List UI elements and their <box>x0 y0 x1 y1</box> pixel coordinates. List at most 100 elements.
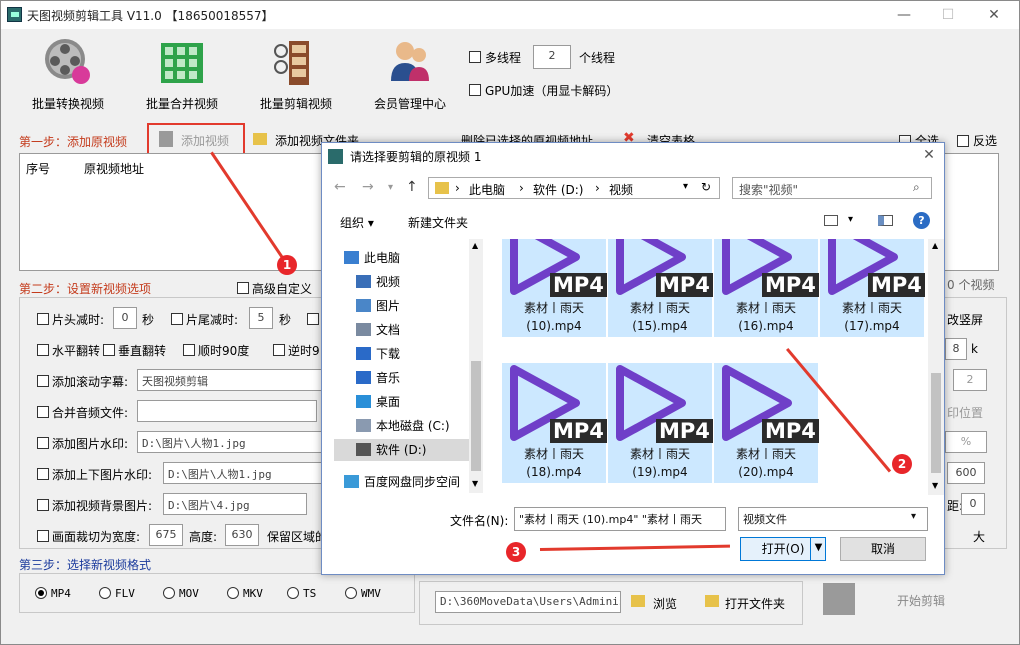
view-icon[interactable] <box>824 215 838 226</box>
updown-watermark-checkbox[interactable] <box>37 468 49 480</box>
view-dropdown-icon[interactable]: ▾ <box>848 214 853 225</box>
file-scroll-up-icon[interactable]: ▲ <box>932 241 938 250</box>
filename-input[interactable]: "素材丨雨天 (10).mp4" "素材丨雨天 <box>514 507 726 531</box>
address-dropdown-icon[interactable]: ▾ <box>683 181 688 192</box>
tree-item[interactable]: 软件 (D:) <box>334 439 474 461</box>
format-radio-mp4[interactable] <box>35 587 47 599</box>
open-folder-button[interactable]: 打开文件夹 <box>725 595 785 612</box>
tree-item[interactable]: 音乐 <box>334 367 474 389</box>
crop-height-input[interactable]: 630 <box>225 524 259 546</box>
refresh-icon[interactable]: ↻ <box>701 180 711 194</box>
tree-item[interactable]: 下载 <box>334 343 474 365</box>
file-scroll-down-icon[interactable]: ▼ <box>932 481 938 490</box>
scroll-sub-checkbox[interactable] <box>37 375 49 387</box>
thread-count-input[interactable]: 2 <box>533 45 571 69</box>
hflip-checkbox[interactable] <box>37 344 49 356</box>
file-tile[interactable]: MP4 素材丨雨天 (20).mp4 <box>714 363 819 483</box>
thread-unit-label: 个线程 <box>579 51 616 65</box>
batch-convert-button[interactable]: 批量转换视频 <box>13 35 123 115</box>
tree-scrollbar[interactable]: ▲ ▼ <box>469 239 483 493</box>
bg-image-checkbox[interactable] <box>37 499 49 511</box>
maximize-button[interactable]: ☐ <box>933 5 963 25</box>
help-icon[interactable]: ? <box>913 212 930 229</box>
head-cut-checkbox[interactable] <box>37 313 49 325</box>
search-input[interactable]: 搜索"视频" ⌕ <box>732 177 932 199</box>
format-radio-mkv[interactable] <box>227 587 239 599</box>
back-arrow-icon[interactable]: ← <box>334 179 346 195</box>
crumb-videos[interactable]: 视频 <box>609 181 633 198</box>
organize-menu[interactable]: 组织 ▾ <box>340 214 374 231</box>
tree-item[interactable]: 百度网盘同步空间 <box>334 471 474 493</box>
new-folder-button[interactable]: 新建文件夹 <box>408 214 468 231</box>
extra-checkbox[interactable] <box>307 313 319 325</box>
img-watermark-input[interactable]: D:\图片\人物1.jpg <box>137 431 323 453</box>
vflip-checkbox[interactable] <box>103 344 115 356</box>
right-select-2[interactable]: % <box>945 431 987 453</box>
scroll-sub-input[interactable]: 天图视频剪辑 <box>137 369 323 391</box>
member-center-button[interactable]: 会员管理中心 <box>355 35 465 115</box>
format-radio-mov[interactable] <box>163 587 175 599</box>
file-tile[interactable]: MP4 素材丨雨天 (17).mp4 <box>820 239 925 337</box>
format-radio-flv[interactable] <box>99 587 111 599</box>
bg-image-input[interactable]: D:\图片\4.jpg <box>163 493 307 515</box>
tail-cut-checkbox[interactable] <box>171 313 183 325</box>
updown-watermark-input[interactable]: D:\图片\人物1.jpg <box>163 462 323 484</box>
minimize-button[interactable]: — <box>889 5 919 25</box>
cancel-button[interactable]: 取消 <box>840 537 926 561</box>
file-tile[interactable]: MP4 素材丨雨天 (18).mp4 <box>502 363 607 483</box>
tail-cut-input[interactable]: 5 <box>249 307 273 329</box>
forward-arrow-icon[interactable]: → <box>362 179 374 195</box>
rot-ccw-checkbox[interactable] <box>273 344 285 356</box>
history-chevron-icon[interactable]: ▾ <box>388 182 393 193</box>
dialog-close-button[interactable]: ✕ <box>914 145 944 165</box>
tree-scroll-down-icon[interactable]: ▼ <box>472 479 478 488</box>
start-button[interactable]: 开始剪辑 <box>897 592 945 609</box>
format-radio-ts[interactable] <box>287 587 299 599</box>
address-bar[interactable]: › 此电脑 › 软件 (D:) › 视频 ▾ ↻ <box>428 177 720 199</box>
tree-item[interactable]: 文档 <box>334 319 474 341</box>
multithread-checkbox[interactable] <box>469 51 481 63</box>
crop-width-input[interactable]: 675 <box>149 524 183 546</box>
file-tile[interactable]: MP4 素材丨雨天 (16).mp4 <box>714 239 819 337</box>
batch-merge-button[interactable]: 批量合并视频 <box>127 35 237 115</box>
close-button[interactable]: ✕ <box>979 5 1009 25</box>
merge-audio-input[interactable] <box>137 400 317 422</box>
preview-pane-icon[interactable] <box>878 215 893 226</box>
tree-item[interactable]: 本地磁盘 (C:) <box>334 415 474 437</box>
crumb-this-pc[interactable]: 此电脑 <box>469 181 505 198</box>
up-arrow-icon[interactable]: ↑ <box>406 179 418 195</box>
file-scrollbar[interactable]: ▲ ▼ <box>928 239 944 495</box>
file-scroll-thumb[interactable] <box>931 373 941 473</box>
tree-item[interactable]: 视频 <box>334 271 474 293</box>
browse-button[interactable]: 浏览 <box>653 595 677 612</box>
right-input-0[interactable]: 0 <box>961 493 985 515</box>
tree-scroll-thumb[interactable] <box>471 361 481 471</box>
right-input-600[interactable]: 600 <box>947 462 985 484</box>
head-cut-input[interactable]: 0 <box>113 307 137 329</box>
advanced-checkbox[interactable] <box>237 282 249 294</box>
img-watermark-checkbox[interactable] <box>37 437 49 449</box>
format-radio-wmv[interactable] <box>345 587 357 599</box>
crop-checkbox[interactable] <box>37 530 49 542</box>
output-path-input[interactable]: D:\360MoveData\Users\Administr <box>435 591 621 613</box>
filetype-select[interactable]: 视频文件 ▾ <box>738 507 928 531</box>
batch-edit-button[interactable]: 批量剪辑视频 <box>241 35 351 115</box>
gpu-checkbox[interactable] <box>469 84 481 96</box>
bitrate-input[interactable]: 8 <box>945 338 967 360</box>
merge-audio-checkbox[interactable] <box>37 406 49 418</box>
tree-item[interactable]: 桌面 <box>334 391 474 413</box>
add-video-button[interactable]: 添加视频 <box>181 132 229 149</box>
right-select-1[interactable]: 2 <box>953 369 987 391</box>
file-tile[interactable]: MP4 素材丨雨天 (19).mp4 <box>608 363 713 483</box>
tree-item[interactable]: 图片 <box>334 295 474 317</box>
file-tile[interactable]: MP4 素材丨雨天 (10).mp4 <box>502 239 607 337</box>
rot90-checkbox[interactable] <box>183 344 195 356</box>
invert-checkbox[interactable] <box>957 135 969 147</box>
tree-item[interactable]: 此电脑 <box>334 247 474 269</box>
open-dropdown-icon[interactable]: ▼ <box>810 537 826 561</box>
file-tile[interactable]: MP4 素材丨雨天 (15).mp4 <box>608 239 713 337</box>
file-name-line2: (20).mp4 <box>738 465 794 479</box>
format-label: TS <box>303 587 317 600</box>
crumb-drive-d[interactable]: 软件 (D:) <box>533 181 583 198</box>
tree-scroll-up-icon[interactable]: ▲ <box>472 241 478 250</box>
